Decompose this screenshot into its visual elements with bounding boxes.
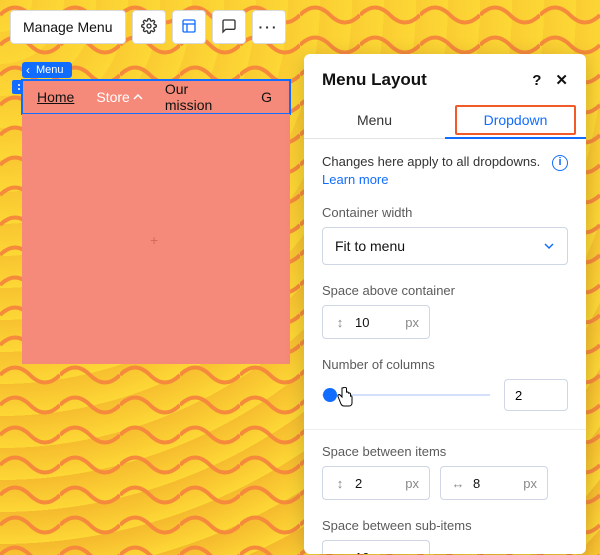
unit-px: px — [405, 315, 419, 330]
num-columns-value: 2 — [515, 388, 522, 403]
num-columns-slider[interactable] — [322, 394, 490, 396]
unit-px: px — [405, 550, 419, 554]
more-icon: ··· — [259, 19, 279, 35]
cursor-pointer-icon — [336, 387, 354, 412]
vertical-arrows-icon: ↕ — [333, 476, 347, 490]
layout-icon — [181, 18, 197, 37]
num-columns-input[interactable]: 2 — [504, 379, 568, 411]
menu-element[interactable]: Home Store Our mission G — [22, 80, 290, 114]
separator — [304, 429, 586, 430]
slider-thumb[interactable] — [323, 388, 337, 402]
menu-item-truncated[interactable]: G — [261, 89, 275, 105]
space-sub-input[interactable]: ↕ 10 px — [322, 540, 430, 554]
menu-layout-panel: Menu Layout ? ✕ Menu Dropdown Changes he… — [304, 54, 586, 554]
space-items-vertical-value: 2 — [355, 476, 397, 491]
space-items-label: Space between items — [322, 444, 568, 459]
space-above-label: Space above container — [322, 283, 568, 298]
tab-dropdown[interactable]: Dropdown — [445, 102, 586, 138]
close-button[interactable]: ✕ — [555, 71, 568, 89]
num-columns-label: Number of columns — [322, 357, 568, 372]
unit-px: px — [523, 476, 537, 491]
menu-item-store[interactable]: Store — [96, 89, 142, 105]
container-width-label: Container width — [322, 205, 568, 220]
center-marker: + — [150, 232, 158, 248]
tab-menu[interactable]: Menu — [304, 102, 445, 138]
layout-button[interactable] — [172, 10, 206, 44]
vertical-arrows-icon: ↕ — [333, 315, 347, 329]
space-items-horizontal-value: 8 — [473, 476, 515, 491]
vertical-arrows-icon: ↕ — [333, 550, 347, 554]
space-items-vertical-input[interactable]: ↕ 2 px — [322, 466, 430, 500]
space-above-input[interactable]: ↕ 10 px — [322, 305, 430, 339]
help-button[interactable]: ? — [532, 72, 541, 89]
tab-dropdown-label: Dropdown — [484, 112, 548, 128]
notice-text: Changes here apply to all dropdowns. Lea… — [322, 153, 568, 189]
container-width-select[interactable]: Fit to menu — [322, 227, 568, 265]
menu-item-home[interactable]: Home — [37, 89, 74, 105]
gear-icon — [141, 18, 157, 37]
space-sub-value: 10 — [355, 550, 397, 554]
panel-tabs: Menu Dropdown — [304, 102, 586, 139]
panel-header: Menu Layout ? ✕ — [304, 54, 586, 102]
selection-badge-label: Menu — [36, 64, 64, 76]
learn-more-link[interactable]: Learn more — [322, 172, 388, 187]
panel-body: Changes here apply to all dropdowns. Lea… — [304, 139, 586, 554]
notice-copy: Changes here apply to all dropdowns. — [322, 154, 540, 169]
menu-item-store-label: Store — [96, 89, 129, 105]
settings-button[interactable] — [132, 10, 166, 44]
container-width-value: Fit to menu — [335, 238, 405, 254]
comment-button[interactable] — [212, 10, 246, 44]
space-sub-label: Space between sub-items — [322, 518, 568, 533]
horizontal-arrows-icon: ↔ — [451, 476, 465, 490]
space-above-value: 10 — [355, 315, 397, 330]
element-toolbar: Manage Menu ··· — [10, 10, 286, 44]
comment-icon — [221, 18, 237, 37]
menu-item-mission[interactable]: Our mission — [165, 81, 239, 113]
unit-px: px — [405, 476, 419, 491]
selection-badge[interactable]: Menu — [22, 62, 72, 78]
manage-menu-button[interactable]: Manage Menu — [10, 10, 126, 44]
panel-title: Menu Layout — [322, 70, 427, 90]
more-button[interactable]: ··· — [252, 10, 286, 44]
chevron-down-icon — [543, 240, 555, 252]
space-items-horizontal-input[interactable]: ↔ 8 px — [440, 466, 548, 500]
chevron-up-icon — [133, 92, 143, 102]
info-icon[interactable]: i — [552, 155, 568, 171]
